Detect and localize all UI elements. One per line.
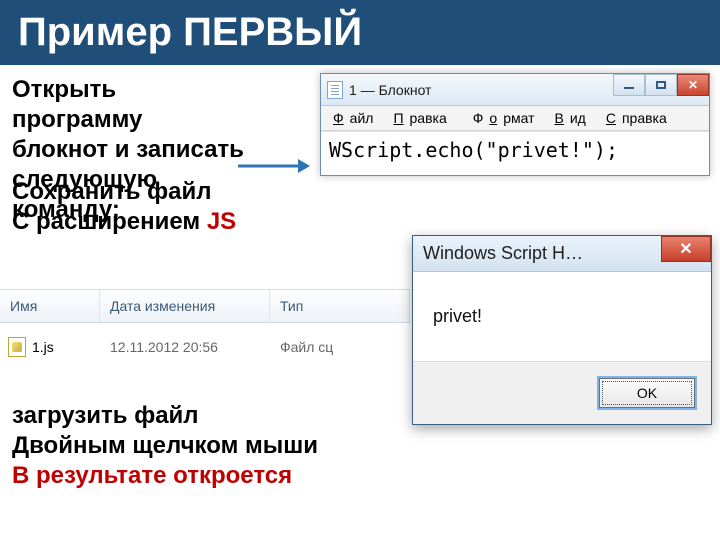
js-extension-label: JS — [207, 208, 236, 235]
file-date: 12.11.2012 20:56 — [100, 331, 270, 363]
notepad-icon — [327, 81, 343, 99]
notepad-titlebar: 1 — Блокнот ✕ — [321, 74, 709, 106]
page-title: Пример ПЕРВЫЙ — [0, 0, 720, 65]
step2-line2: С расширением JS — [12, 207, 236, 237]
step3-text: загрузить файл Двойным щелчком мыши В ре… — [12, 401, 318, 491]
wsh-message: privet! — [413, 272, 711, 361]
wsh-title: Windows Script H… — [423, 243, 583, 264]
file-type: Файл сц — [270, 331, 410, 363]
explorer-header: Имя Дата изменения Тип — [0, 290, 410, 323]
menu-file[interactable]: Файл — [327, 110, 385, 126]
minimize-button[interactable] — [613, 74, 645, 96]
col-type[interactable]: Тип — [270, 290, 410, 322]
file-row[interactable]: 1.js 12.11.2012 20:56 Файл сц — [0, 323, 410, 371]
maximize-button[interactable] — [645, 74, 677, 96]
notepad-menubar: Файл Правка Формат Вид Справка — [321, 106, 709, 131]
step3-line3: В результате откроется — [12, 461, 318, 491]
step2-line1: Сохранить файл — [12, 177, 236, 207]
menu-view[interactable]: Вид — [549, 110, 598, 126]
step1-line1: Открыть — [12, 75, 292, 105]
window-controls: ✕ — [613, 74, 709, 96]
col-date[interactable]: Дата изменения — [100, 290, 270, 322]
step3-line2: Двойным щелчком мыши — [12, 431, 318, 461]
notepad-title: 1 — Блокнот — [349, 82, 431, 98]
ok-button[interactable]: OK — [599, 378, 695, 408]
menu-format[interactable]: Формат — [461, 110, 547, 126]
step1-line2: программу — [12, 105, 292, 135]
notepad-window: 1 — Блокнот ✕ Файл Правка Формат Вид Спр… — [320, 73, 710, 176]
notepad-body[interactable]: WScript.echo("privet!"); — [321, 131, 709, 175]
file-name: 1.js — [32, 339, 54, 355]
content-area: Открыть программу блокнот и записать сле… — [0, 65, 720, 537]
step3-line1: загрузить файл — [12, 401, 318, 431]
wsh-titlebar: Windows Script H… ✕ — [413, 236, 711, 272]
step2-text: Сохранить файл С расширением JS — [12, 177, 236, 237]
wsh-dialog: Windows Script H… ✕ privet! OK — [412, 235, 712, 425]
close-button[interactable]: ✕ — [661, 236, 711, 262]
js-file-icon — [8, 337, 26, 357]
close-button[interactable]: ✕ — [677, 74, 709, 96]
wsh-footer: OK — [413, 361, 711, 424]
explorer-list: Имя Дата изменения Тип 1.js 12.11.2012 2… — [0, 289, 410, 371]
col-name[interactable]: Имя — [0, 290, 100, 322]
menu-edit[interactable]: Правка — [387, 110, 458, 126]
step1-line3: блокнот и записать — [12, 135, 292, 165]
menu-help[interactable]: Справка — [600, 110, 679, 126]
arrow-icon — [238, 163, 308, 169]
